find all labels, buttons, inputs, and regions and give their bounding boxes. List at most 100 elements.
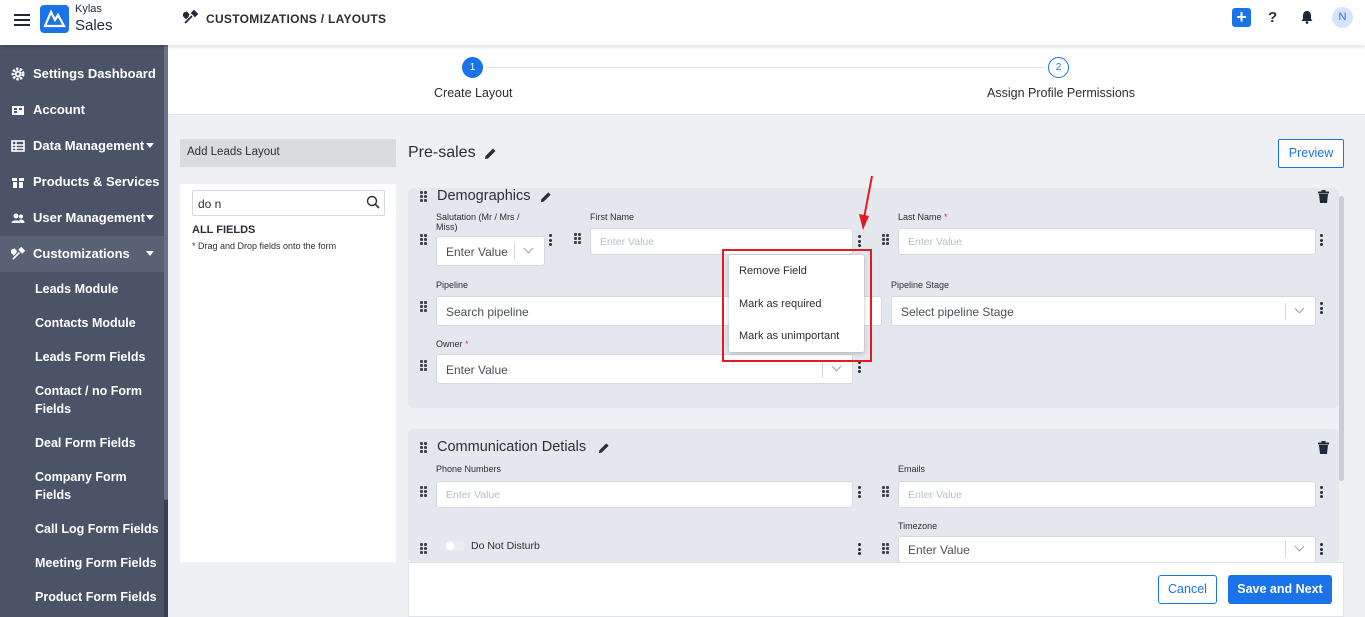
field-options-icon[interactable] [1320, 486, 1323, 498]
sidebar-subitem-leads-module[interactable]: Leads Module [35, 280, 160, 298]
select-divider [1285, 303, 1286, 320]
drag-handle-icon[interactable] [420, 191, 428, 202]
caret-down-icon [146, 143, 154, 148]
drag-handle-icon[interactable] [882, 543, 890, 554]
drag-handle-icon[interactable] [420, 486, 428, 497]
main-scrollbar[interactable] [1339, 196, 1344, 481]
first-name-label: First Name [590, 212, 635, 222]
hamburger-menu-icon[interactable] [14, 11, 30, 27]
field-options-icon[interactable] [1320, 234, 1323, 246]
sidebar-item-data-management[interactable]: Data Management [0, 128, 164, 164]
sidebar-subitem-meeting-form-fields[interactable]: Meeting Form Fields [35, 554, 160, 572]
sidebar: Settings Dashboard Account Data Manageme… [0, 45, 168, 617]
step-1-circle[interactable]: 1 [462, 57, 483, 78]
drag-handle-icon[interactable] [420, 360, 428, 371]
do-not-disturb-toggle[interactable] [445, 541, 465, 551]
field-search-input[interactable]: do n [192, 190, 385, 216]
drag-handle-icon[interactable] [574, 233, 582, 244]
drag-drop-hint: * Drag and Drop fields onto the form [192, 241, 337, 251]
highlight-box [722, 249, 872, 362]
section-title: Demographics [437, 188, 531, 204]
box-icon [11, 175, 25, 189]
edit-pencil-icon[interactable] [598, 441, 610, 454]
trash-icon[interactable] [1318, 190, 1329, 203]
salutation-label: Salutation (Mr / Mrs / Miss) [436, 212, 520, 232]
gear-icon [11, 67, 25, 81]
section-title: Communication Detials [437, 439, 587, 455]
add-icon[interactable]: + [1232, 8, 1251, 27]
field-options-icon[interactable] [858, 486, 861, 498]
sidebar-item-customizations[interactable]: Customizations [0, 236, 164, 272]
drag-handle-icon[interactable] [420, 301, 428, 312]
sidebar-subitem-contacts-module[interactable]: Contacts Module [35, 314, 160, 332]
drag-handle-icon[interactable] [420, 234, 428, 245]
sidebar-item-user-management[interactable]: User Management [0, 200, 164, 236]
sidebar-item-settings-dashboard[interactable]: Settings Dashboard [0, 56, 164, 92]
pipeline-label: Pipeline [436, 280, 469, 290]
stepper-line [486, 67, 1046, 68]
sidebar-subitem-leads-form-fields[interactable]: Leads Form Fields [35, 348, 160, 366]
drag-handle-icon[interactable] [882, 486, 890, 497]
field-options-icon[interactable] [549, 234, 552, 246]
table-icon [11, 139, 25, 153]
drag-handle-icon[interactable] [420, 442, 428, 453]
users-icon [11, 211, 25, 225]
trash-icon[interactable] [1318, 441, 1329, 454]
field-panel: do n ALL FIELDS * Drag and Drop fields o… [180, 184, 396, 562]
drag-handle-icon[interactable] [882, 234, 890, 245]
phone-numbers-input[interactable]: Enter Value [436, 481, 853, 508]
brand-name-bottom: Sales [75, 17, 113, 34]
footer-bar: Cancel Save and Next [408, 562, 1344, 617]
bell-icon[interactable] [1300, 10, 1314, 24]
sidebar-subitem-product-form-fields[interactable]: Product Form Fields [35, 588, 160, 606]
timezone-label: Timezone [898, 521, 938, 531]
sidebar-item-products-services[interactable]: Products & Services [0, 164, 164, 200]
add-leads-layout-title: Add Leads Layout [180, 139, 396, 167]
sidebar-item-label: Data Management [33, 138, 145, 153]
sidebar-scrollbar[interactable] [164, 45, 168, 617]
caret-down-icon [146, 251, 154, 256]
timezone-select[interactable]: Enter Value [898, 536, 1316, 563]
owner-label-text: Owner [436, 339, 463, 349]
building-icon [11, 103, 25, 117]
pipeline-stage-select[interactable]: Select pipeline Stage [891, 296, 1316, 326]
search-icon[interactable] [366, 195, 380, 209]
last-name-input[interactable]: Enter Value [898, 228, 1316, 255]
preview-button[interactable]: Preview [1278, 139, 1344, 168]
sidebar-subitem-deal-form-fields[interactable]: Deal Form Fields [35, 434, 160, 452]
sidebar-subitem-contact-form-fields[interactable]: Contact / no Form Fields [35, 382, 160, 418]
sidebar-item-account[interactable]: Account [0, 92, 164, 128]
required-mark: * [465, 339, 469, 349]
annotation-arrow-icon [855, 174, 875, 234]
sidebar-item-label: Products & Services [33, 174, 160, 189]
breadcrumb: CUSTOMIZATIONS / LAYOUTS [206, 12, 387, 26]
cancel-button[interactable]: Cancel [1158, 575, 1217, 604]
phone-numbers-label: Phone Numbers [436, 464, 502, 474]
pipeline-stage-label: Pipeline Stage [891, 280, 950, 290]
required-mark: * [944, 212, 948, 222]
sidebar-subitem-call-log-form-fields[interactable]: Call Log Form Fields [35, 520, 160, 538]
top-header: Kylas Sales CUSTOMIZATIONS / LAYOUTS + ?… [0, 0, 1365, 45]
sidebar-item-label: Account [33, 102, 85, 117]
last-name-label: Last Name * [898, 212, 948, 222]
save-and-next-button[interactable]: Save and Next [1228, 575, 1332, 604]
edit-pencil-icon[interactable] [540, 190, 552, 203]
sidebar-subitem-company-form-fields[interactable]: Company Form Fields [35, 468, 160, 504]
avatar[interactable]: N [1332, 7, 1353, 28]
field-options-icon[interactable] [1320, 543, 1323, 555]
drag-handle-icon[interactable] [420, 543, 428, 554]
field-options-icon[interactable] [1320, 302, 1323, 314]
edit-pencil-icon[interactable] [484, 147, 497, 160]
field-options-icon[interactable] [858, 543, 861, 555]
help-icon[interactable]: ? [1268, 9, 1277, 26]
tools-icon [9, 246, 26, 261]
sidebar-item-label: Settings Dashboard [33, 66, 156, 81]
emails-input[interactable]: Enter Value [898, 481, 1316, 508]
field-options-icon[interactable] [858, 235, 861, 247]
field-options-icon[interactable] [858, 361, 861, 373]
step-1-label: Create Layout [434, 86, 513, 100]
kylas-logo-icon [40, 5, 69, 33]
last-name-label-text: Last Name [898, 212, 942, 222]
step-2-circle[interactable]: 2 [1048, 57, 1069, 78]
do-not-disturb-label: Do Not Disturb [471, 540, 540, 552]
